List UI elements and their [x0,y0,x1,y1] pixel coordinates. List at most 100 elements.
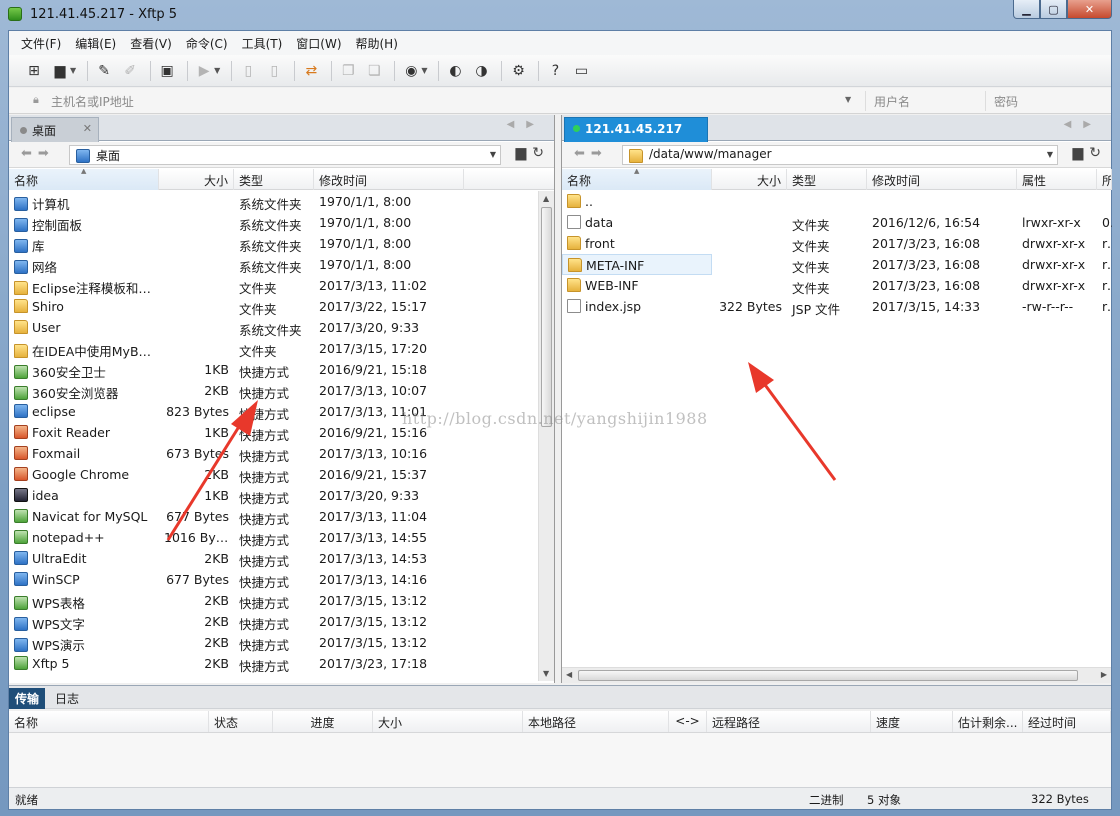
open-folder-icon[interactable]: ▆ [49,60,71,82]
host-input[interactable]: 主机名或IP地址 [51,93,134,110]
new-session-icon[interactable]: ⊞ [23,60,45,82]
chevron-down-icon[interactable]: ▼ [490,150,496,159]
column-type[interactable]: 类型 [234,169,314,190]
file-row[interactable]: 360安全卫士 1KB 快捷方式 2016/9/21, 15:18 [9,359,554,380]
scroll-down-icon[interactable]: ▼ [543,669,549,678]
column-attributes[interactable]: 属性 [1017,169,1097,190]
column-name[interactable]: 名称 ▲ [562,169,712,190]
minimize-button[interactable]: ▁ [1013,0,1040,19]
menu-tools[interactable]: 工具(T) [242,35,283,52]
column-name[interactable]: 名称 ▲ [9,169,159,190]
menu-file[interactable]: 文件(F) [21,35,61,52]
remote-horizontal-scrollbar[interactable]: ◀ ▶ [562,667,1111,683]
chevron-down-icon[interactable]: ▼ [845,95,851,104]
scroll-left-icon[interactable]: ◀ [566,670,572,679]
connect-icon[interactable]: ✎ [93,60,115,82]
file-row[interactable]: 控制面板 系统文件夹 1970/1/1, 8:00 [9,212,554,233]
column-size[interactable]: 大小 [159,169,234,190]
column-size[interactable]: 大小 [712,169,787,190]
gear-icon[interactable]: ⚙ [507,60,529,82]
file-row[interactable]: WPS文字 2KB 快捷方式 2017/3/15, 13:12 [9,611,554,632]
tab-remote-session[interactable]: 121.41.45.217 [564,117,708,142]
disconnect-icon[interactable]: ✐ [119,60,141,82]
maximize-button[interactable]: ▢ [1040,0,1067,19]
globe-icon[interactable]: ◉ [400,60,422,82]
file-row[interactable]: 库 系统文件夹 1970/1/1, 8:00 [9,233,554,254]
help-icon[interactable]: ? [544,60,566,82]
chevron-down-icon[interactable]: ▼ [70,66,76,75]
column-owner[interactable]: 所 [1097,169,1112,190]
tab-desktop[interactable]: 桌面 ✕ [11,117,99,142]
folder-refresh-icons[interactable]: ▆↻ [516,145,551,161]
remote-path-input[interactable]: /data/www/manager ▼ [622,145,1058,165]
file-row[interactable]: 网络 系统文件夹 1970/1/1, 8:00 [9,254,554,275]
paste-icon[interactable]: ❏ [363,60,385,82]
file-row[interactable]: index.jsp 322 Bytes JSP 文件 2017/3/15, 14:33… [562,296,1112,317]
file-row[interactable]: WEB-INF 文件夹 2017/3/23, 16:08 drwxr-xr-x rc [562,275,1112,296]
tab-scroll-arrows[interactable]: ◀▶ [507,119,546,130]
username-input[interactable]: 用户名 [865,91,983,111]
menu-window[interactable]: 窗口(W) [296,35,341,52]
column-local-path[interactable]: 本地路径 [523,711,669,732]
file-row[interactable]: WPS演示 2KB 快捷方式 2017/3/15, 13:12 [9,632,554,653]
close-button[interactable]: ✕ [1067,0,1112,19]
scroll-thumb[interactable] [578,670,1078,681]
xshell-icon[interactable]: ◐ [444,60,466,82]
column-transfer-size[interactable]: 大小 [373,711,523,732]
file-row[interactable]: Navicat for MySQL 677 Bytes 快捷方式 2017/3/13,… [9,506,554,527]
file-row[interactable]: Shiro 文件夹 2017/3/22, 15:17 [9,296,554,317]
file-row[interactable]: data 文件夹 2016/12/6, 16:54 lrwxr-xr-x 0 [562,212,1111,233]
file-row[interactable]: User 系统文件夹 2017/3/20, 9:33 [9,317,554,338]
folder-refresh-icons[interactable]: ▆↻ [1073,145,1108,161]
file-row[interactable]: Foxmail 673 Bytes 快捷方式 2017/3/13, 10:16 [9,443,554,464]
column-remaining[interactable]: 估计剩余... [953,711,1023,732]
file-row[interactable]: idea 1KB 快捷方式 2017/3/20, 9:33 [9,485,554,506]
file-row[interactable]: 360安全浏览器 2KB 快捷方式 2017/3/13, 10:07 [9,380,554,401]
password-input[interactable]: 密码 [985,91,1085,111]
column-modified[interactable]: 修改时间 [314,169,464,190]
chevron-down-icon[interactable]: ▼ [421,66,427,75]
file-row[interactable]: .. [562,191,1111,212]
file-row[interactable]: 计算机 系统文件夹 1970/1/1, 8:00 [9,191,554,212]
column-direction[interactable]: <-> [669,711,707,732]
properties-icon[interactable]: ▣ [156,60,178,82]
file-row[interactable]: front 文件夹 2017/3/23, 16:08 drwxr-xr-x rc [562,233,1112,254]
title-bar[interactable]: 121.41.45.217 - Xftp 5 ▁ ▢ ✕ [0,0,1120,30]
transfer-icon[interactable]: ⇄ [300,60,322,82]
transfer-list[interactable] [9,733,1111,787]
chat-icon[interactable]: ▭ [570,60,592,82]
column-progress[interactable]: 进度 [273,711,373,732]
tab-log[interactable]: 日志 [49,688,85,709]
menu-edit[interactable]: 编辑(E) [75,35,116,52]
copy-file-icon[interactable]: ▯ [263,60,285,82]
back-forward-icon[interactable]: ⬅➡ [21,146,55,161]
copy-icon[interactable]: ❐ [337,60,359,82]
column-type[interactable]: 类型 [787,169,867,190]
file-row[interactable]: notepad++ 1016 Byt... 快捷方式 2017/3/13, 14:55 [9,527,554,548]
menu-help[interactable]: 帮助(H) [356,35,398,52]
local-vertical-scrollbar[interactable]: ▲ ▼ [538,191,554,681]
file-row[interactable]: 在IDEA中使用MyBat... 文件夹 2017/3/15, 17:20 [9,338,554,359]
column-modified[interactable]: 修改时间 [867,169,1017,190]
column-elapsed[interactable]: 经过时间 [1023,711,1111,732]
column-remote-path[interactable]: 远程路径 [707,711,871,732]
scroll-up-icon[interactable]: ▲ [543,194,549,203]
menu-view[interactable]: 查看(V) [130,35,172,52]
file-row[interactable]: Xftp 5 2KB 快捷方式 2017/3/23, 17:18 [9,653,554,674]
xftp-icon[interactable]: ◑ [470,60,492,82]
file-row[interactable]: Eclipse注释模板和格... 文件夹 2017/3/13, 11:02 [9,275,554,296]
chevron-down-icon[interactable]: ▼ [214,66,220,75]
tab-transfer[interactable]: 传输 [9,688,46,709]
file-row[interactable]: UltraEdit 2KB 快捷方式 2017/3/13, 14:53 [9,548,554,569]
scroll-thumb[interactable] [541,207,552,427]
column-transfer-name[interactable]: 名称 [9,711,209,732]
scroll-right-icon[interactable]: ▶ [1101,670,1107,679]
column-status[interactable]: 状态 [209,711,273,732]
tab-scroll-arrows[interactable]: ◀▶ [1064,119,1103,130]
file-row[interactable]: Google Chrome 2KB 快捷方式 2016/9/21, 15:37 [9,464,554,485]
file-row[interactable]: WinSCP 677 Bytes 快捷方式 2017/3/13, 14:16 [9,569,554,590]
file-row[interactable]: META-INF 文件夹 2017/3/23, 16:08 drwxr-xr-x rc [562,254,1112,275]
column-speed[interactable]: 速度 [871,711,953,732]
play-icon[interactable]: ▶ [193,60,215,82]
back-forward-icon[interactable]: ⬅➡ [574,146,608,161]
